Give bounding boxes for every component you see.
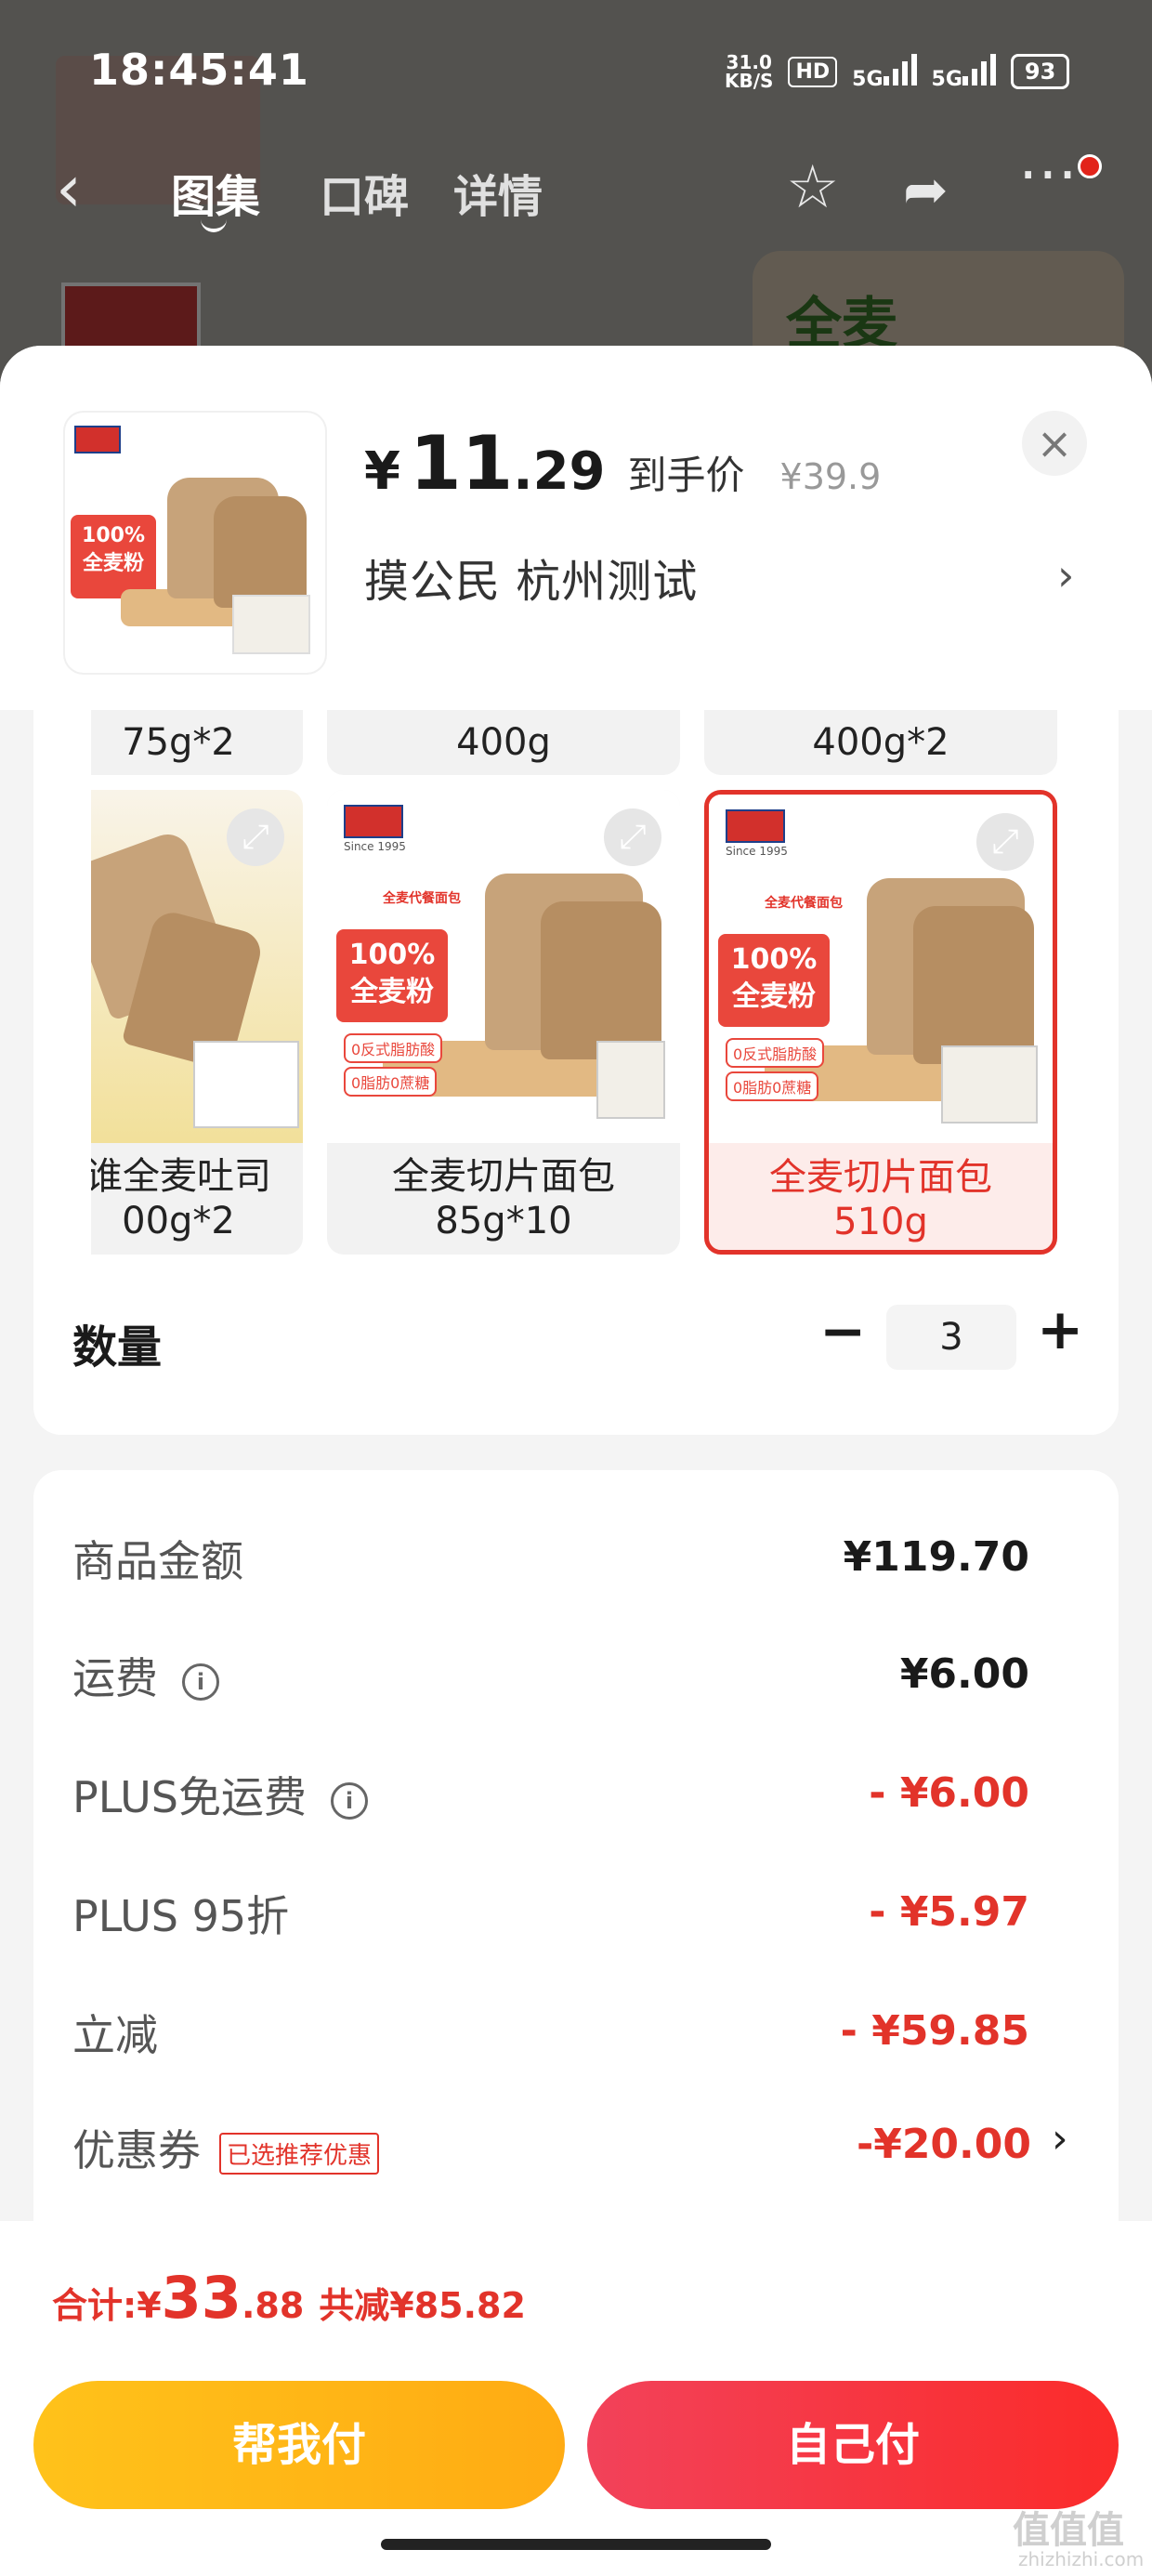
price-block: ¥ 11.29 到手价 ¥39.9 [364, 420, 882, 506]
summary-value-goods: ¥119.70 [843, 1533, 1029, 1581]
brand-logo [344, 805, 403, 838]
summary-label-plus-shipping: PLUS免运费 i [72, 1764, 368, 1825]
package-shape [232, 595, 310, 654]
expand-icon[interactable]: ⤢ [976, 813, 1034, 871]
chevron-right-icon[interactable]: › [1052, 2115, 1068, 2162]
product-badge: 100% 全麦粉 [336, 929, 448, 1022]
variant-scroller[interactable]: 75g*2 400g 400g*2 ⤢ 谁全麦吐司 00g*2 Since 199… [91, 710, 1078, 1268]
close-icon[interactable]: × [1022, 411, 1087, 476]
expand-icon[interactable]: ⤢ [604, 808, 661, 866]
coupon-tag: 已选推荐优惠 [219, 2133, 380, 2175]
more-icon[interactable]: ⋯ [1018, 139, 1078, 208]
info-icon[interactable]: i [330, 1781, 368, 1820]
status-icons: 31.0 KB/S HD 5G 5G 93 [725, 48, 1096, 95]
signal-5g-icon: 5G [852, 52, 917, 91]
battery-icon: 93 [1010, 54, 1070, 89]
tab-details[interactable]: 详情 [453, 160, 543, 225]
summary-label-coupon[interactable]: 优惠券 已选推荐优惠 [72, 2117, 380, 2178]
product-badge: 100% 全麦粉 [71, 515, 156, 598]
share-icon[interactable]: ➦ [903, 158, 949, 221]
variant-option[interactable]: 75g*2 [91, 710, 303, 775]
bread-slice-shape [913, 906, 1034, 1064]
variant-label: 全麦切片面包 85g*10 [392, 1155, 615, 1242]
summary-label-shipping: 运费 i [72, 1645, 219, 1706]
home-indicator[interactable] [381, 2539, 771, 2550]
status-time: 18:45:41 [89, 45, 309, 95]
notification-dot [1078, 154, 1102, 178]
watermark-logo: 值值值 [1013, 2509, 1124, 2552]
expand-icon[interactable]: ⤢ [227, 808, 284, 866]
summary-label-instant-discount: 立减 [72, 2010, 158, 2060]
final-price-tag: 到手价 [627, 453, 745, 498]
tab-reviews[interactable]: 口碑 [320, 160, 409, 225]
quantity-plus-button[interactable]: + [1037, 1297, 1083, 1362]
summary-value-coupon[interactable]: -¥20.00 [857, 2121, 1031, 2168]
summary-value-instant-discount: - ¥59.85 [840, 2007, 1029, 2055]
summary-value-plus-discount: - ¥5.97 [869, 1888, 1029, 1936]
bread-slice-shape [541, 901, 661, 1059]
package-shape [941, 1045, 1038, 1124]
variant-card-selected[interactable]: Since 1995 全麦代餐面包 100% 全麦粉 0反式脂肪酸 0脂肪0蔗糖 … [704, 790, 1057, 1255]
watermark-text: zhizhizhi.com [1018, 2548, 1145, 2570]
total-price: 合计: ¥ 33 .88 共减¥85.82 [52, 2264, 526, 2332]
product-badge: 100% 全麦粉 [718, 934, 830, 1027]
quantity-minus-button[interactable]: − [819, 1299, 866, 1364]
variant-label: 谁全麦吐司 00g*2 [91, 1155, 271, 1242]
chevron-right-icon[interactable]: › [1057, 550, 1074, 600]
product-thumbnail[interactable]: 100% 全麦粉 [65, 413, 325, 673]
star-icon[interactable]: ☆ [786, 153, 839, 222]
variant-option[interactable]: 400g [327, 710, 680, 775]
package-shape [596, 1041, 665, 1119]
quantity-input[interactable]: 3 [886, 1305, 1016, 1370]
variant-label: 全麦切片面包 510g [769, 1156, 992, 1243]
quantity-label: 数量 [72, 1321, 163, 1373]
pay-myself-button[interactable]: 自己付 [587, 2381, 1119, 2509]
net-speed: 31.0 KB/S [725, 51, 774, 92]
summary-label-plus-discount: PLUS 95折 [72, 1891, 290, 1941]
bread-slice-shape [214, 496, 307, 608]
package-shape [193, 1041, 299, 1128]
variant-card[interactable]: ⤢ 谁全麦吐司 00g*2 [91, 790, 303, 1255]
hd-icon: HD [788, 56, 838, 87]
brand-logo [74, 426, 121, 453]
signal-5g-icon-2: 5G [932, 52, 996, 91]
summary-value-shipping: ¥6.00 [899, 1650, 1029, 1698]
back-icon[interactable]: ‹ [56, 156, 82, 221]
variant-card[interactable]: Since 1995 全麦代餐面包 100% 全麦粉 0反式脂肪酸 0脂肪0蔗糖 … [327, 790, 680, 1255]
original-price: ¥39.9 [779, 456, 882, 497]
variant-option[interactable]: 400g*2 [704, 710, 1057, 775]
summary-label-goods: 商品金额 [72, 1536, 243, 1586]
summary-value-plus-shipping: - ¥6.00 [869, 1769, 1029, 1817]
ask-friend-pay-button[interactable]: 帮我付 [33, 2381, 565, 2509]
total-savings: 共减¥85.82 [319, 2285, 526, 2326]
info-icon[interactable]: i [182, 1663, 219, 1701]
tab-gallery[interactable]: 图集 [171, 160, 260, 225]
brand-logo [726, 809, 785, 843]
delivery-address[interactable]: 摸公民 杭州测试 [364, 545, 698, 610]
